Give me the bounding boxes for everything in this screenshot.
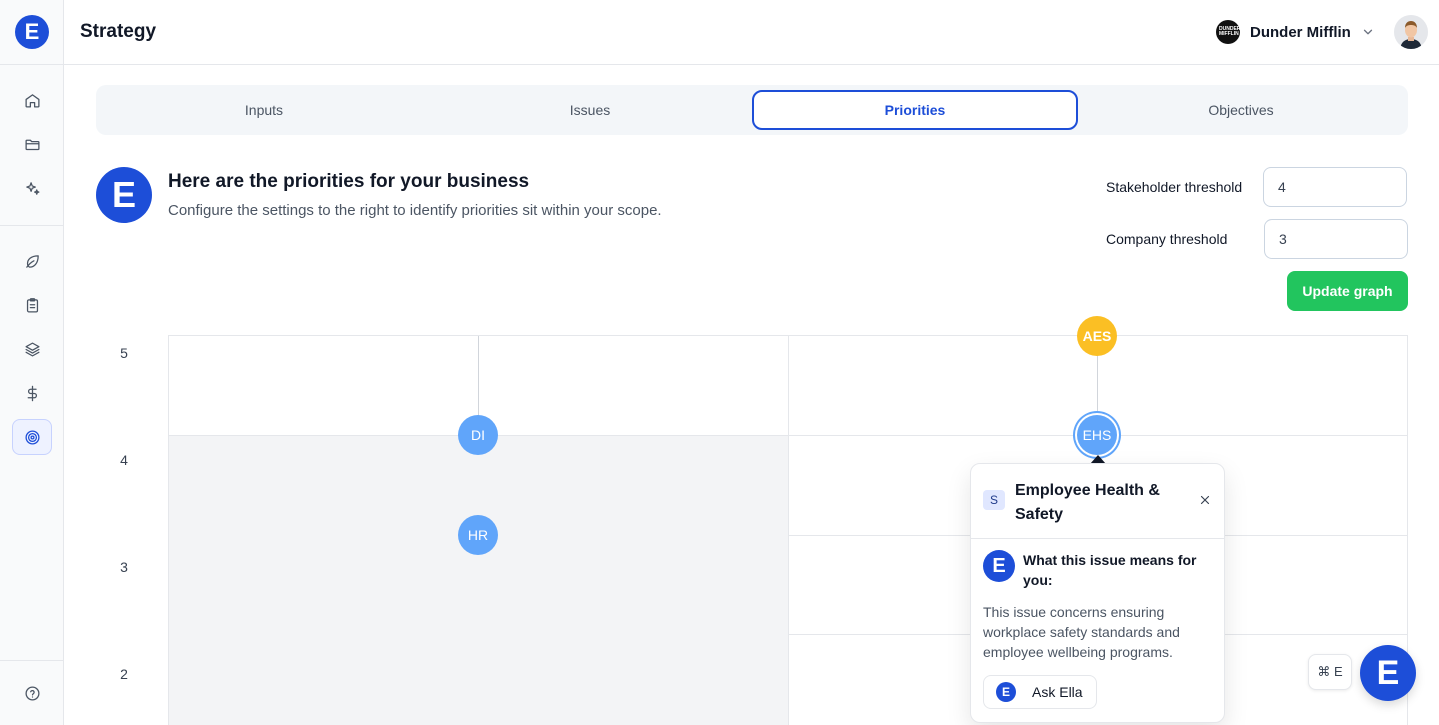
sidebar-item-tasks[interactable] xyxy=(12,287,52,323)
issue-popover: S Employee Health & Safety E What this i… xyxy=(970,463,1225,723)
issue-meaning-heading: What this issue means for you: xyxy=(1023,552,1197,588)
issue-node-di[interactable]: DI xyxy=(458,415,498,455)
target-icon xyxy=(24,429,40,445)
ask-ella-button[interactable]: E Ask Ella xyxy=(983,675,1097,709)
org-name: Dunder Mifflin xyxy=(1250,23,1351,41)
update-graph-button[interactable]: Update graph xyxy=(1287,271,1408,311)
leaf-icon xyxy=(25,254,39,268)
tab-issues[interactable]: Issues xyxy=(427,90,753,130)
sidebar-item-ai[interactable] xyxy=(12,170,52,206)
sidebar: E xyxy=(0,0,64,725)
tab-objectives[interactable]: Objectives xyxy=(1078,90,1404,130)
node-stem xyxy=(1097,355,1098,415)
issue-description: This issue concerns ensuring workplace s… xyxy=(983,604,1180,660)
close-icon[interactable] xyxy=(1197,492,1213,508)
keyboard-shortcut-hint[interactable]: ⌘ E xyxy=(1308,654,1352,690)
user-avatar[interactable] xyxy=(1394,15,1428,49)
ella-icon: E xyxy=(996,682,1016,702)
issue-node-ehs[interactable]: EHS xyxy=(1077,415,1117,455)
sidebar-item-folder[interactable] xyxy=(12,126,52,162)
org-logo: DUNDER MIFFLIN xyxy=(1216,20,1240,44)
sidebar-item-layers[interactable] xyxy=(12,331,52,367)
top-header: Strategy DUNDER MIFFLIN Dunder Mifflin xyxy=(64,0,1439,65)
y-tick-label: 5 xyxy=(120,345,128,361)
sidebar-divider xyxy=(0,225,64,226)
sparkle-icon xyxy=(25,181,40,195)
y-tick-label: 2 xyxy=(120,666,128,682)
sidebar-divider xyxy=(0,64,64,65)
grid-line xyxy=(788,336,789,725)
issue-node-aes[interactable]: AES xyxy=(1077,316,1117,356)
issue-node-hr[interactable]: HR xyxy=(458,515,498,555)
sidebar-divider xyxy=(0,660,64,661)
folder-icon xyxy=(24,139,40,150)
ella-logo: E xyxy=(983,550,1015,582)
avatar-icon xyxy=(1394,15,1428,49)
clipboard-icon xyxy=(26,297,38,313)
sidebar-item-finance[interactable] xyxy=(12,375,52,411)
stakeholder-threshold-input[interactable] xyxy=(1263,167,1407,207)
dollar-icon xyxy=(27,385,37,401)
org-switcher[interactable]: DUNDER MIFFLIN Dunder Mifflin xyxy=(1216,19,1375,45)
app-logo[interactable]: E xyxy=(15,15,49,49)
ella-logo: E xyxy=(96,167,152,223)
section-subtitle: Configure the settings to the right to i… xyxy=(168,202,662,219)
section-title: Here are the priorities for your busines… xyxy=(168,171,530,192)
issue-title: Employee Health & Safety xyxy=(1015,482,1160,523)
sidebar-item-home[interactable] xyxy=(12,82,52,118)
issue-category-badge: S xyxy=(983,490,1005,510)
node-stem xyxy=(478,336,479,416)
help-icon xyxy=(24,685,40,701)
home-icon xyxy=(24,93,40,108)
tab-inputs[interactable]: Inputs xyxy=(101,90,427,130)
ask-ella-label: Ask Ella xyxy=(1032,684,1083,700)
sidebar-item-strategy[interactable] xyxy=(12,419,52,455)
company-threshold-input[interactable] xyxy=(1264,219,1408,259)
y-tick-label: 4 xyxy=(120,452,128,468)
popover-divider xyxy=(971,538,1224,539)
y-tick-label: 3 xyxy=(120,559,128,575)
sidebar-item-help[interactable] xyxy=(12,675,52,711)
stakeholder-threshold-label: Stakeholder threshold xyxy=(1106,179,1243,195)
chevron-down-icon xyxy=(1361,25,1375,39)
tab-priorities[interactable]: Priorities xyxy=(752,90,1078,130)
sidebar-item-sustainability[interactable] xyxy=(12,243,52,279)
ella-assistant-button[interactable]: E xyxy=(1360,645,1416,701)
company-threshold-label: Company threshold xyxy=(1106,231,1228,247)
step-tabs: Inputs Issues Priorities Objectives xyxy=(96,85,1408,135)
layers-icon xyxy=(24,341,40,357)
page-title: Strategy xyxy=(80,21,157,42)
